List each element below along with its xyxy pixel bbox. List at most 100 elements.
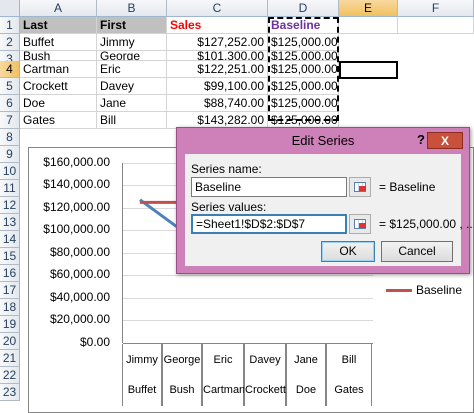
cell-d3[interactable]: $125,000.00 [268,51,339,61]
series-values-result: = $125,000.00 , ... [379,217,474,231]
series-values-input[interactable]: =Sheet1!$D$2:$D$7 [191,214,347,234]
cell-b2[interactable]: Jimmy [97,34,167,51]
category-label-eric-cartman: Eric Cartman [202,344,246,406]
cell-c6[interactable]: $88,740.00 [167,95,268,112]
series-name-label: Series name: [191,162,262,176]
row-header-20[interactable]: 20 [0,333,20,350]
series-values-label: Series values: [191,200,267,214]
row-header-23[interactable]: 23 [0,384,20,401]
sales-series-line[interactable] [139,198,181,231]
row-header-5[interactable]: 5 [0,78,20,95]
row-header-11[interactable]: 11 [0,180,20,197]
row-header-21[interactable]: 21 [0,350,20,367]
y-tick-label: $140,000.00 [43,177,110,191]
category-first: Eric [213,354,233,366]
column-header-b[interactable]: B [97,0,167,17]
cell-a4[interactable]: Cartman [20,61,97,78]
cell-c5[interactable]: $99,100.00 [167,78,268,95]
row-header-10[interactable]: 10 [0,163,20,180]
active-cell-e4[interactable] [339,61,398,79]
row-header-16[interactable]: 16 [0,265,20,282]
series-name-ref-button[interactable] [349,177,371,197]
column-header-f[interactable]: F [398,0,474,17]
close-button[interactable]: X [427,132,463,149]
cell-f1[interactable] [398,17,474,34]
cancel-button[interactable]: Cancel [381,241,453,262]
category-last: Gates [334,384,364,396]
row-header-19[interactable]: 19 [0,316,20,333]
cell-a6[interactable]: Doe [20,95,97,112]
cell-a1[interactable]: Last [20,17,97,34]
row-header-18[interactable]: 18 [0,299,20,316]
cell-a2[interactable]: Buffet [20,34,97,51]
y-tick-label: $100,000.00 [43,222,110,236]
cell-e1[interactable] [339,17,398,34]
y-tick-label: $0.00 [79,335,110,349]
row-header-2[interactable]: 2 [0,34,20,51]
cell-d5[interactable]: $125,000.00 [268,78,339,95]
row-header-17[interactable]: 17 [0,282,20,299]
row-header-15[interactable]: 15 [0,248,20,265]
cell-c3[interactable]: $101,300.00 [167,51,268,61]
category-label-bill-gates: Bill Gates [326,344,372,406]
column-header-c[interactable]: C [167,0,268,17]
cell-c1[interactable]: Sales [167,17,268,34]
cell-b5[interactable]: Davey [97,78,167,95]
row-header-9[interactable]: 9 [0,146,20,163]
legend-line-swatch [386,289,412,293]
cell-b3[interactable]: George [97,51,167,61]
series-values-ref-button[interactable] [349,214,371,234]
row-header-12[interactable]: 12 [0,197,20,214]
row-header-1[interactable]: 1 [0,17,20,34]
series-name-result: = Baseline [379,180,436,194]
category-first: Jimmy [126,354,158,366]
category-label-george-bush: George Bush [162,344,202,406]
edit-series-dialog[interactable]: Edit Series ? X Series name: Baseline = … [176,127,474,274]
category-last: Crockett [245,384,286,396]
category-first: Bill [341,354,357,366]
row-header-8[interactable]: 8 [0,129,20,146]
select-all-corner[interactable] [0,0,20,17]
category-label-jimmy-buffet: Jimmy Buffet [122,344,162,406]
row-header-13[interactable]: 13 [0,214,20,231]
dialog-title[interactable]: Edit Series [177,128,469,154]
row-header-6[interactable]: 6 [0,95,20,112]
row-header-4[interactable]: 4 [0,61,20,78]
row-header-7[interactable]: 7 [0,112,20,129]
series-name-input[interactable]: Baseline [191,177,347,197]
cell-d4[interactable]: $125,000.00 [268,61,339,78]
column-header-d[interactable]: D [268,0,339,17]
cell-b1[interactable]: First [97,17,167,34]
y-tick-label: $20,000.00 [49,312,110,326]
row-header-14[interactable]: 14 [0,231,20,248]
category-last: Cartman [203,384,246,396]
cell-d6[interactable]: $125,000.00 [268,95,339,112]
cell-b6[interactable]: Jane [97,95,167,112]
cell-c2[interactable]: $127,252.00 [167,34,268,51]
help-icon[interactable]: ? [417,132,425,147]
cell-c4[interactable]: $122,251.00 [167,61,268,78]
category-label-davey-crockett: Davey Crockett [244,344,286,406]
chart-legend[interactable]: Baseline [386,283,462,297]
category-first: Davey [249,354,281,366]
cell-d2[interactable]: $125,000.00 [268,34,339,51]
category-first: George [163,354,201,366]
column-header-a[interactable]: A [20,0,97,17]
y-tick-label: $120,000.00 [43,200,110,214]
category-label-jane-doe: Jane Doe [286,344,326,406]
cell-a3[interactable]: Bush [20,51,97,61]
legend-label-baseline: Baseline [416,283,463,297]
cell-b7[interactable]: Bill [97,112,167,129]
cell-a7[interactable]: Gates [20,112,97,129]
cell-a5[interactable]: Crockett [20,78,97,95]
y-tick-label: $60,000.00 [49,267,110,281]
category-last: Doe [295,384,317,396]
category-last: Bush [169,384,195,396]
y-tick-label: $160,000.00 [43,155,110,169]
y-tick-label: $40,000.00 [49,290,110,304]
ok-button[interactable]: OK [321,241,375,262]
column-header-e[interactable]: E [339,0,398,17]
row-header-22[interactable]: 22 [0,367,20,384]
cell-d1[interactable]: Baseline [268,17,339,34]
cell-b4[interactable]: Eric [97,61,167,78]
